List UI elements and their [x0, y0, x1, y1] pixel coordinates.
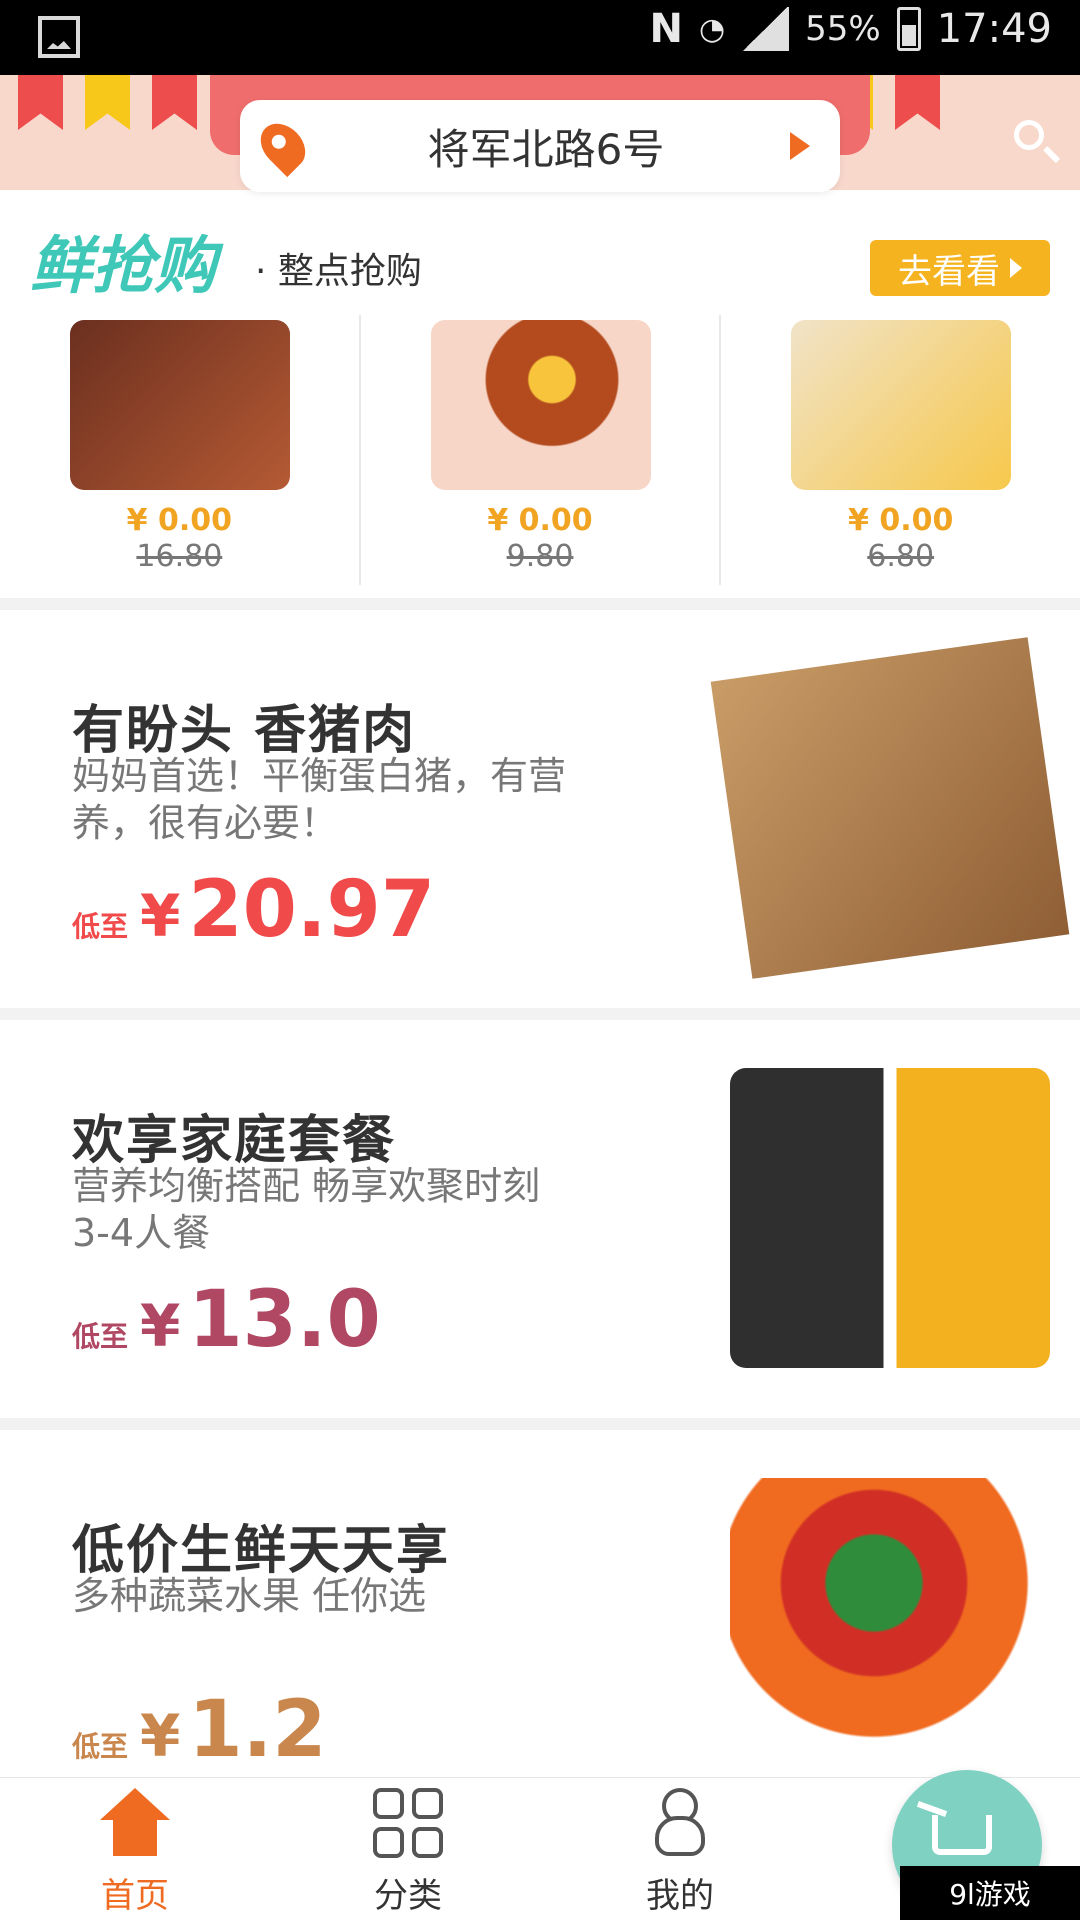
- yellow-pennant: [85, 75, 130, 130]
- wifi-icon: ◔: [698, 11, 726, 47]
- promo-description: 妈妈首选！平衡蛋白猪，有营养，很有必要！: [72, 754, 567, 845]
- promo-price-value: 13.0: [188, 1275, 381, 1365]
- flash-price-now: ¥ 0.00: [126, 503, 232, 538]
- flash-price-now: ¥ 0.00: [848, 503, 954, 538]
- promo-price: 低至 ¥ 1.2: [72, 1685, 327, 1775]
- nav-home-label: 首页: [101, 1876, 169, 1916]
- promo-card-family-meal[interactable]: 欢享家庭套餐 营养均衡搭配 畅享欢聚时刻 3-4人餐 低至 ¥ 13.0: [0, 1020, 1080, 1418]
- grid-cell: [373, 1788, 404, 1819]
- flash-price-now: ¥ 0.00: [487, 503, 593, 538]
- promo-title: 欢享家庭套餐: [72, 1111, 397, 1171]
- vegetables-image: [730, 1478, 1050, 1778]
- potatoes-image: [791, 320, 1012, 490]
- flash-item-potatoes[interactable]: ¥ 0.00 6.80: [719, 315, 1080, 585]
- promo-card-pork[interactable]: 有盼头 香猪肉 妈妈首选！平衡蛋白猪，有营养，很有必要！ 低至 ¥ 20.97: [0, 610, 1080, 1008]
- watermark: 9l游戏: [900, 1866, 1080, 1920]
- flash-price-old: 6.80: [867, 539, 935, 574]
- person-icon: [645, 1788, 715, 1858]
- promo-price: 低至 ¥ 13.0: [72, 1275, 381, 1365]
- promo-price-value: 20.97: [188, 865, 436, 955]
- promo-description: 多种蔬菜水果 任你选: [72, 1574, 427, 1618]
- flash-sale-subtitle: · 整点抢购: [255, 251, 422, 292]
- eggs-image: [430, 320, 651, 490]
- nav-profile[interactable]: 我的: [590, 1788, 770, 1916]
- section-divider: [0, 598, 1080, 610]
- pork-image: [710, 637, 1070, 979]
- promo-low-label: 低至: [72, 910, 129, 943]
- flash-sale-logo: 鲜抢购: [30, 229, 217, 302]
- battery-icon: [896, 7, 921, 51]
- red-pennant: [18, 75, 63, 130]
- view-more-button[interactable]: 去看看: [870, 240, 1050, 296]
- chevron-right-icon: [1010, 258, 1022, 278]
- promo-description: 营养均衡搭配 畅享欢聚时刻 3-4人餐: [72, 1164, 541, 1255]
- family-meal-image: [730, 1068, 1050, 1368]
- meat-image: [70, 320, 290, 490]
- flash-item-meat[interactable]: ¥ 0.00 16.80: [0, 315, 359, 585]
- address-text: 将军北路6号: [427, 124, 665, 174]
- flash-price-old: 9.80: [506, 539, 574, 574]
- signal-icon: [741, 7, 790, 51]
- flash-item-eggs[interactable]: ¥ 0.00 9.80: [358, 315, 720, 585]
- grid-icon: [373, 1788, 443, 1858]
- promo-title: 低价生鲜天天享: [72, 1521, 451, 1581]
- promo-low-label: 低至: [72, 1730, 129, 1763]
- flash-sale-list: ¥ 0.00 16.80 ¥ 0.00 9.80 ¥ 0.00 6.80: [0, 315, 1080, 585]
- search-icon[interactable]: [1014, 120, 1058, 164]
- nav-home[interactable]: 首页: [45, 1788, 225, 1916]
- red-pennant: [895, 75, 940, 130]
- n-icon: N: [649, 6, 683, 52]
- view-more-label: 去看看: [898, 251, 1000, 292]
- flash-price-old: 16.80: [136, 539, 223, 574]
- grid-cell: [412, 1827, 443, 1858]
- promo-currency: ¥: [140, 1702, 181, 1770]
- promo-title: 有盼头 香猪肉: [72, 701, 417, 761]
- battery-percent: 55%: [805, 9, 881, 49]
- promo-currency: ¥: [140, 1292, 181, 1360]
- address-selector[interactable]: 将军北路6号: [240, 100, 840, 192]
- flash-sale-header: 鲜抢购 · 整点抢购 去看看: [0, 205, 1080, 305]
- status-right: N ◔ 55% 17:49: [649, 6, 1052, 52]
- image-icon: [38, 16, 80, 58]
- clock: 17:49: [936, 6, 1052, 52]
- promo-low-label: 低至: [72, 1320, 129, 1353]
- section-divider: [0, 1418, 1080, 1430]
- promo-price-value: 1.2: [188, 1685, 327, 1775]
- home-icon: [100, 1788, 170, 1858]
- grid-cell: [412, 1788, 443, 1819]
- nav-category-label: 分类: [374, 1876, 442, 1916]
- promo-currency: ¥: [140, 882, 181, 950]
- triangle-right-icon: [790, 132, 810, 160]
- promo-price: 低至 ¥ 20.97: [72, 865, 435, 955]
- promo-card-produce[interactable]: 低价生鲜天天享 多种蔬菜水果 任你选 低至 ¥ 1.2: [0, 1430, 1080, 1778]
- red-pennant: [152, 75, 197, 130]
- grid-cell: [373, 1827, 404, 1858]
- section-divider: [0, 1008, 1080, 1020]
- nav-profile-label: 我的: [646, 1876, 714, 1916]
- status-bar: N ◔ 55% 17:49: [0, 0, 1080, 75]
- nav-category[interactable]: 分类: [318, 1788, 498, 1916]
